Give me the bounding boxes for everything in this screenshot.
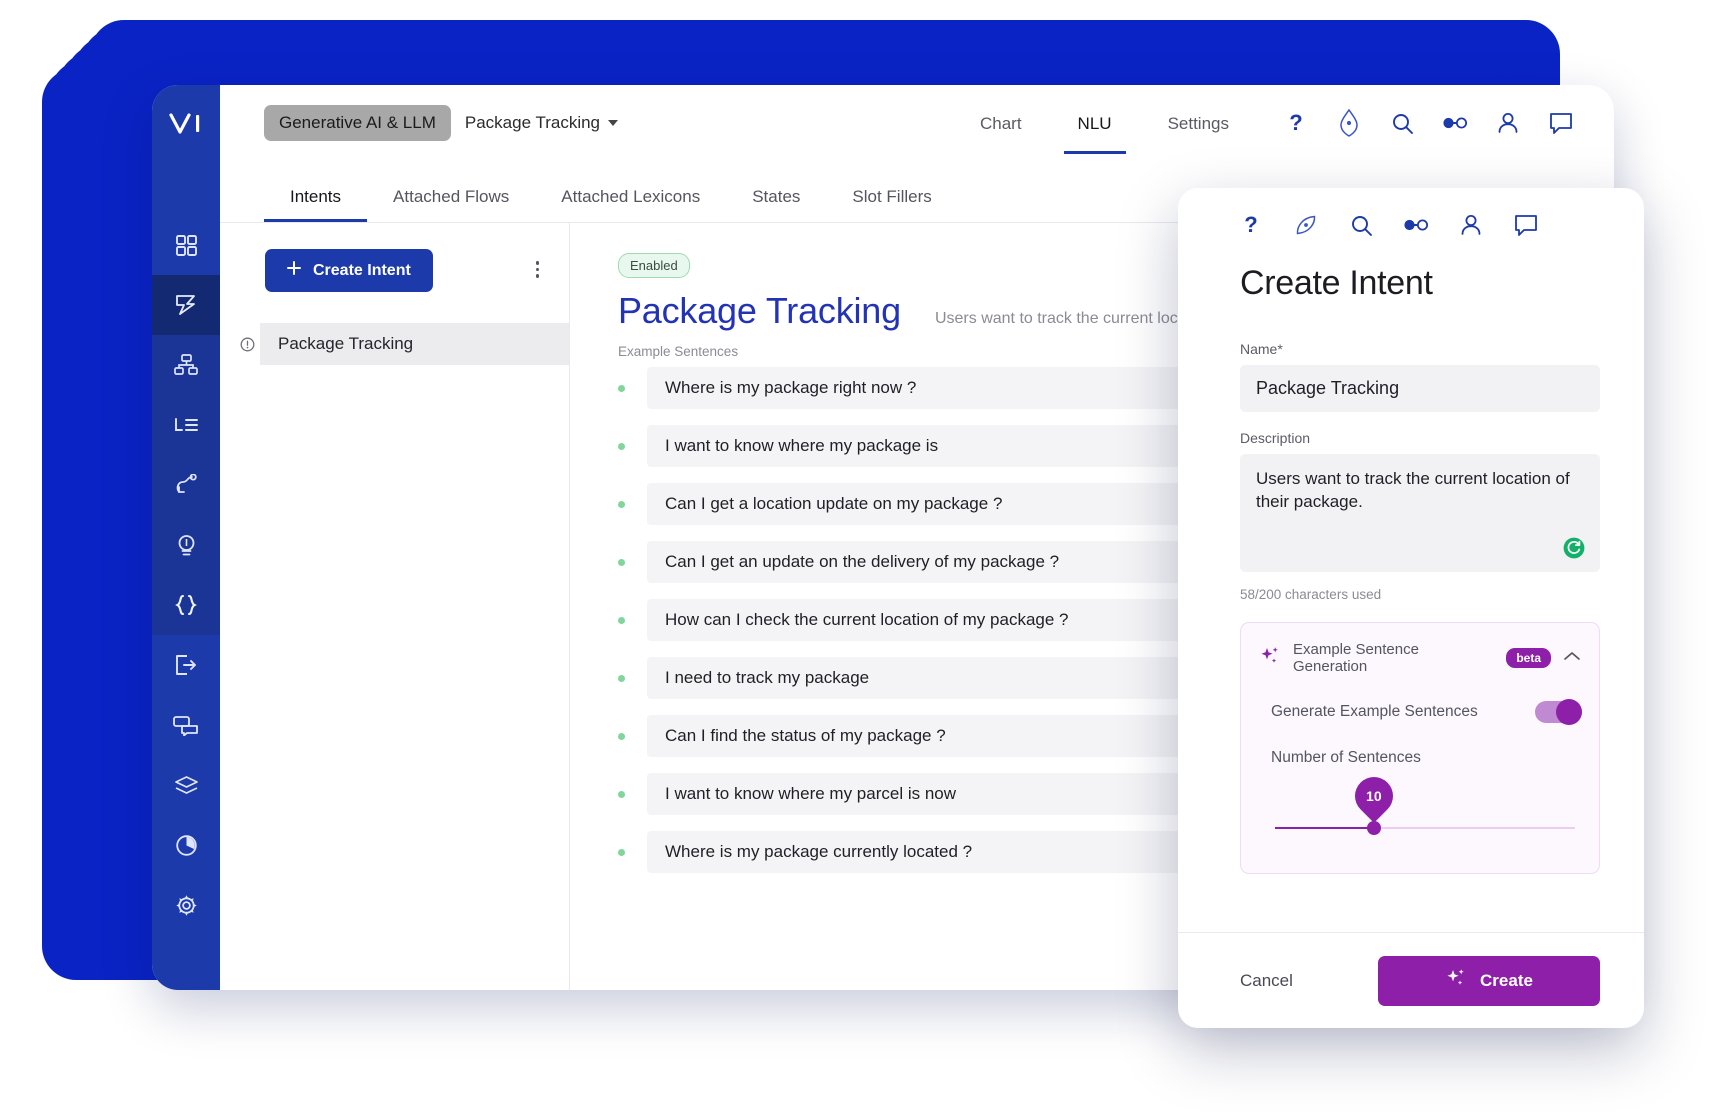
- sidebar-item-intents[interactable]: [152, 275, 220, 335]
- tab-intents[interactable]: Intents: [264, 187, 368, 222]
- compass-icon[interactable]: [1336, 109, 1362, 137]
- sidebar-item-flows[interactable]: [152, 335, 220, 395]
- tab-settings[interactable]: Settings: [1140, 92, 1257, 154]
- left-icon-rail: [152, 85, 220, 990]
- refresh-icon[interactable]: [1562, 536, 1586, 565]
- project-selector-label: Package Tracking: [464, 113, 601, 132]
- chevron-down-icon: [608, 120, 619, 126]
- user-account-icon[interactable]: [1458, 212, 1484, 238]
- search-icon[interactable]: [1348, 212, 1374, 238]
- tab-states[interactable]: States: [726, 187, 826, 222]
- modal-footer: Cancel Create: [1178, 932, 1644, 1028]
- message-icon[interactable]: [1513, 212, 1539, 238]
- status-dot-icon: [618, 674, 625, 682]
- help-question-icon[interactable]: ?: [1238, 212, 1264, 238]
- sidebar-item-lexicons[interactable]: [152, 395, 220, 455]
- project-type-chip[interactable]: Generative AI & LLM: [264, 105, 451, 141]
- generate-sentences-toggle[interactable]: [1535, 699, 1582, 725]
- create-intent-modal: ? Create Intent Name* Des: [1178, 188, 1644, 1028]
- svg-text:?: ?: [1244, 213, 1257, 237]
- required-mark: *: [1277, 341, 1283, 357]
- beta-badge: beta: [1506, 648, 1551, 668]
- example-sentence-generation-card: Example Sentence Generation beta Generat…: [1240, 622, 1600, 874]
- modal-icon-group: ?: [1178, 188, 1644, 238]
- esg-header: Example Sentence Generation beta: [1259, 641, 1581, 675]
- sidebar-item-layers[interactable]: [152, 755, 220, 815]
- slider-handle[interactable]: [1367, 821, 1381, 835]
- chevron-up-icon[interactable]: [1563, 649, 1581, 667]
- slider-value-text: 10: [1366, 788, 1382, 805]
- status-dot-icon: [618, 616, 625, 624]
- status-dot-icon: [618, 848, 625, 856]
- character-counter: 58/200 characters used: [1240, 587, 1382, 602]
- sparkle-icon: [1259, 645, 1281, 672]
- sidebar-item-dashboard[interactable]: [152, 215, 220, 275]
- search-icon[interactable]: [1389, 110, 1415, 136]
- status-badge: Enabled: [618, 253, 690, 278]
- tab-nlu[interactable]: NLU: [1050, 92, 1140, 154]
- project-selector[interactable]: Package Tracking: [464, 113, 619, 133]
- plus-icon: [287, 261, 301, 280]
- status-dot-icon: [618, 732, 625, 740]
- ai-logo: [152, 85, 220, 163]
- status-dot-icon: [618, 442, 625, 450]
- create-button[interactable]: Create: [1378, 955, 1600, 1006]
- esg-title: Example Sentence Generation: [1293, 641, 1419, 675]
- link-nodes-icon[interactable]: [1403, 212, 1429, 238]
- sidebar-item-conversations[interactable]: [152, 695, 220, 755]
- generate-sentences-row: Generate Example Sentences: [1259, 699, 1582, 725]
- description-field-label: Description: [1240, 430, 1311, 446]
- tab-chart[interactable]: Chart: [952, 92, 1050, 154]
- list-item-label: Package Tracking: [260, 323, 569, 365]
- sidebar-item-settings[interactable]: [152, 875, 220, 935]
- compass-icon[interactable]: [1293, 212, 1319, 238]
- svg-text:?: ?: [1289, 111, 1302, 135]
- name-field[interactable]: [1240, 365, 1600, 412]
- message-icon[interactable]: [1548, 110, 1574, 136]
- cancel-button[interactable]: Cancel: [1240, 971, 1293, 991]
- tab-slot-fillers[interactable]: Slot Fillers: [826, 187, 957, 222]
- info-circle-icon: [240, 337, 260, 352]
- generate-sentences-label: Generate Example Sentences: [1271, 703, 1478, 720]
- status-dot-icon: [618, 790, 625, 798]
- header-tabs: Chart NLU Settings: [952, 92, 1257, 154]
- help-question-icon[interactable]: ?: [1283, 110, 1309, 136]
- sidebar-item-analytics[interactable]: [152, 815, 220, 875]
- more-vertical-icon[interactable]: [535, 261, 539, 278]
- modal-title: Create Intent: [1240, 264, 1433, 302]
- sidebar-item-insights[interactable]: [152, 515, 220, 575]
- modal-body: Name* Description 58/200 characters used: [1178, 303, 1644, 932]
- name-label-text: Name: [1240, 341, 1278, 357]
- sidebar-item-integrations[interactable]: [152, 455, 220, 515]
- page-title: Package Tracking: [618, 290, 901, 331]
- sparkle-icon: [1445, 967, 1467, 994]
- create-button-label: Create: [1480, 970, 1533, 990]
- status-dot-icon: [618, 384, 625, 392]
- tab-attached-flows[interactable]: Attached Flows: [367, 187, 535, 222]
- header-icon-group: ?: [1283, 109, 1574, 137]
- description-field[interactable]: [1240, 454, 1600, 572]
- link-nodes-icon[interactable]: [1442, 110, 1468, 136]
- slider-fill: [1275, 827, 1375, 829]
- sidebar-item-deploy[interactable]: [152, 635, 220, 695]
- screenshot-root: Generative AI & LLM Package Tracking Cha…: [0, 0, 1728, 1120]
- status-dot-icon: [618, 500, 625, 508]
- sidebar-item-code[interactable]: [152, 575, 220, 635]
- description-field-wrapper: [1240, 454, 1600, 577]
- number-of-sentences-label: Number of Sentences: [1271, 749, 1421, 766]
- name-field-label: Name*: [1240, 341, 1600, 357]
- intent-list-panel: Create Intent Package Tracking: [220, 223, 570, 990]
- number-of-sentences-slider[interactable]: 10: [1259, 769, 1581, 851]
- status-dot-icon: [618, 558, 625, 566]
- list-item[interactable]: Package Tracking: [220, 323, 569, 365]
- user-account-icon[interactable]: [1495, 110, 1521, 136]
- create-intent-button[interactable]: Create Intent: [265, 249, 433, 292]
- tab-attached-lexicons[interactable]: Attached Lexicons: [535, 187, 726, 222]
- create-intent-button-label: Create Intent: [313, 261, 411, 279]
- app-header: Generative AI & LLM Package Tracking Cha…: [220, 85, 1614, 161]
- slider-value-bubble: 10: [1347, 769, 1401, 823]
